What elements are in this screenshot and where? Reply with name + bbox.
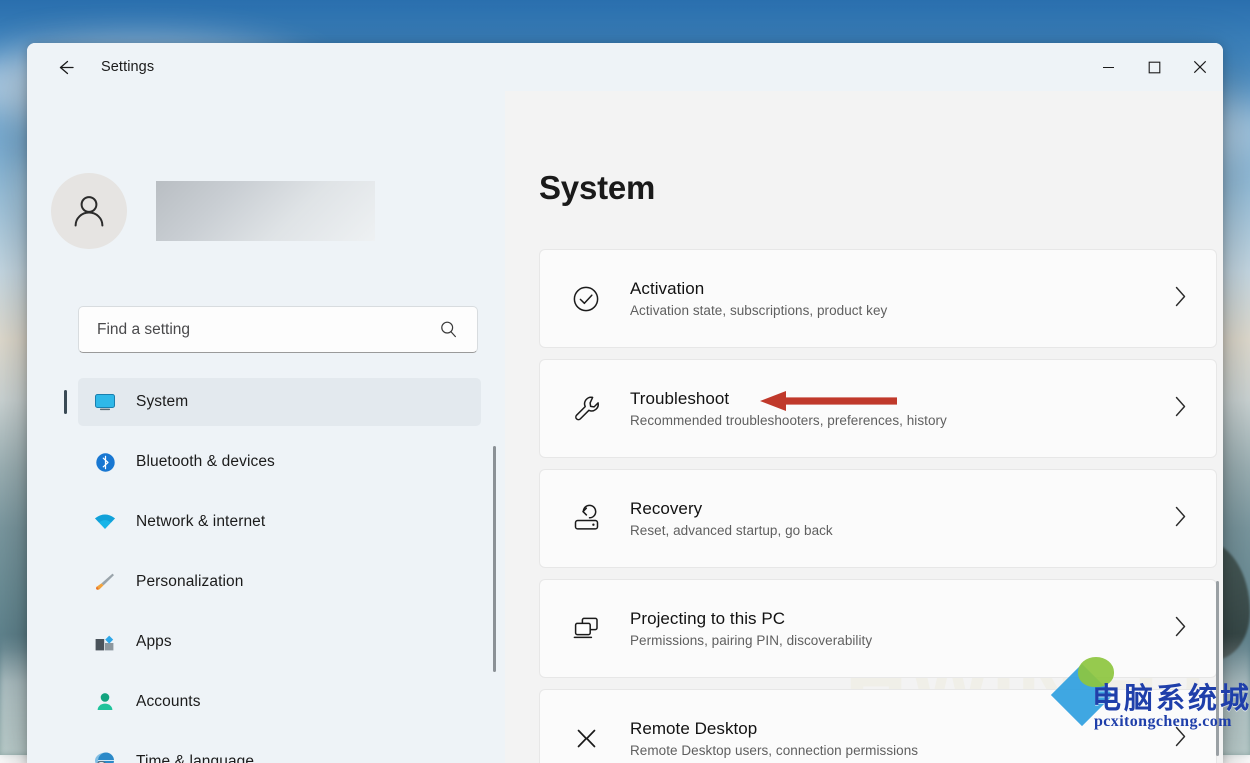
- chevron-right-icon: [1173, 285, 1188, 313]
- main-content: HWiNFO System Activation Activation stat…: [505, 91, 1223, 763]
- bluetooth-icon: [92, 449, 118, 475]
- settings-card-remote-desktop[interactable]: Remote Desktop Remote Desktop users, con…: [539, 689, 1217, 763]
- sidebar-item-personalization[interactable]: Personalization: [78, 558, 481, 606]
- sidebar-item-accounts[interactable]: Accounts: [78, 678, 481, 726]
- page-title: System: [539, 169, 655, 207]
- card-subtitle: Recommended troubleshooters, preferences…: [630, 413, 1173, 428]
- card-subtitle: Reset, advanced startup, go back: [630, 523, 1173, 538]
- card-title: Remote Desktop: [630, 719, 1173, 739]
- search-box[interactable]: [78, 306, 478, 353]
- minimize-icon: [1102, 61, 1115, 74]
- close-icon: [1193, 60, 1207, 74]
- sidebar-item-time-language[interactable]: Time & language: [78, 738, 481, 763]
- username-redacted-block: [156, 181, 375, 241]
- card-text: Projecting to this PC Permissions, pairi…: [630, 609, 1173, 648]
- settings-card-projecting[interactable]: Projecting to this PC Permissions, pairi…: [539, 579, 1217, 678]
- person-avatar-icon: [67, 189, 111, 233]
- monitor-icon: [92, 389, 118, 415]
- card-text: Recovery Reset, advanced startup, go bac…: [630, 499, 1173, 538]
- minimize-button[interactable]: [1085, 43, 1131, 91]
- card-text: Remote Desktop Remote Desktop users, con…: [630, 719, 1173, 758]
- paintbrush-icon: [92, 569, 118, 595]
- wrench-icon: [564, 387, 608, 431]
- card-subtitle: Remote Desktop users, connection permiss…: [630, 743, 1173, 758]
- window-title: Settings: [101, 59, 154, 75]
- card-subtitle: Permissions, pairing PIN, discoverabilit…: [630, 633, 1173, 648]
- sidebar-nav: System Bluetooth & devices: [27, 378, 505, 763]
- back-arrow-icon: [55, 57, 76, 78]
- card-title: Projecting to this PC: [630, 609, 1173, 629]
- settings-card-recovery[interactable]: Recovery Reset, advanced startup, go bac…: [539, 469, 1217, 568]
- avatar: [51, 173, 127, 249]
- sidebar-item-label: Personalization: [136, 573, 243, 591]
- window-controls: [1085, 43, 1223, 91]
- chevron-right-icon: [1173, 505, 1188, 533]
- projecting-screens-icon: [564, 607, 608, 651]
- chevron-right-icon: [1173, 615, 1188, 643]
- card-title: Activation: [630, 279, 1173, 299]
- close-button[interactable]: [1177, 43, 1223, 91]
- apps-icon: [92, 629, 118, 655]
- card-title: Troubleshoot: [630, 389, 1173, 409]
- settings-card-troubleshoot[interactable]: Troubleshoot Recommended troubleshooters…: [539, 359, 1217, 458]
- settings-window: Settings: [27, 43, 1223, 763]
- search-icon[interactable]: [439, 320, 477, 339]
- sidebar-item-label: Network & internet: [136, 513, 265, 531]
- sidebar-item-apps[interactable]: Apps: [78, 618, 481, 666]
- sidebar-item-label: Accounts: [136, 693, 201, 711]
- sidebar-item-label: Bluetooth & devices: [136, 453, 275, 471]
- magnifier-icon: [439, 320, 458, 339]
- remote-desktop-icon: [564, 717, 608, 761]
- sidebar-scrollbar[interactable]: [493, 446, 496, 672]
- wifi-icon: [92, 509, 118, 535]
- card-subtitle: Activation state, subscriptions, product…: [630, 303, 1173, 318]
- card-text: Activation Activation state, subscriptio…: [630, 279, 1173, 318]
- search-input[interactable]: [79, 321, 439, 339]
- title-bar: Settings: [27, 43, 1223, 91]
- chevron-right-icon: [1173, 725, 1188, 753]
- settings-card-list: Activation Activation state, subscriptio…: [539, 249, 1217, 763]
- profile-section[interactable]: [51, 173, 375, 249]
- back-button[interactable]: [45, 51, 85, 83]
- maximize-button[interactable]: [1131, 43, 1177, 91]
- chevron-right-icon: [1173, 395, 1188, 423]
- check-circle-icon: [564, 277, 608, 321]
- accounts-icon: [92, 689, 118, 715]
- sidebar-item-label: System: [136, 393, 188, 411]
- sidebar: System Bluetooth & devices: [27, 91, 505, 763]
- sidebar-item-network-internet[interactable]: Network & internet: [78, 498, 481, 546]
- card-text: Troubleshoot Recommended troubleshooters…: [630, 389, 1173, 428]
- clock-globe-icon: [92, 749, 118, 763]
- settings-card-activation[interactable]: Activation Activation state, subscriptio…: [539, 249, 1217, 348]
- recovery-drive-icon: [564, 497, 608, 541]
- maximize-icon: [1148, 61, 1161, 74]
- sidebar-item-label: Apps: [136, 633, 172, 651]
- card-title: Recovery: [630, 499, 1173, 519]
- sidebar-item-bluetooth-devices[interactable]: Bluetooth & devices: [78, 438, 481, 486]
- main-scrollbar[interactable]: [1216, 581, 1219, 756]
- sidebar-item-system[interactable]: System: [78, 378, 481, 426]
